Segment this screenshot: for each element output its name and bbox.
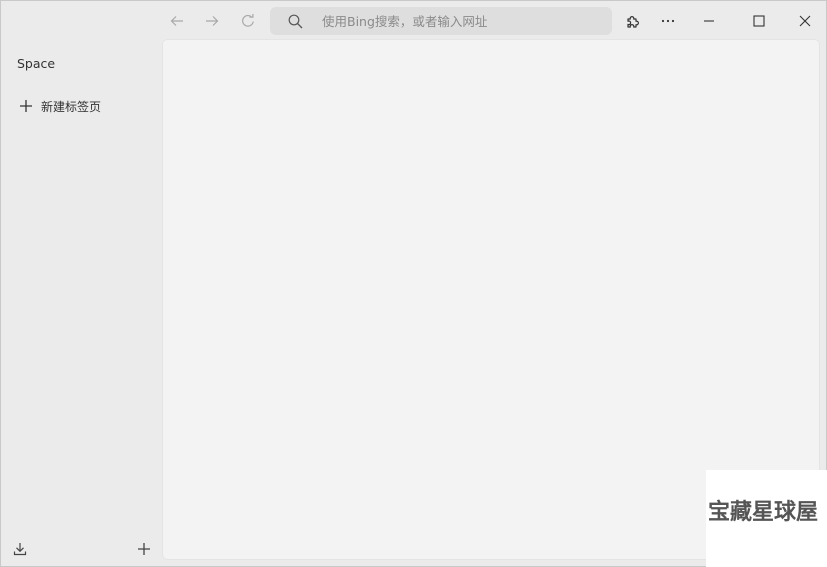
back-button[interactable] bbox=[163, 7, 191, 35]
more-button[interactable] bbox=[654, 7, 682, 35]
sidebar: Space 新建标签页 bbox=[1, 1, 162, 567]
arrow-right-icon bbox=[204, 13, 220, 29]
toolbar bbox=[162, 1, 827, 39]
extensions-button[interactable] bbox=[619, 7, 647, 35]
maximize-icon bbox=[753, 15, 765, 27]
search-icon bbox=[287, 13, 303, 29]
watermark-text: 宝藏星球屋 bbox=[708, 500, 819, 525]
address-input[interactable] bbox=[322, 13, 602, 29]
close-icon bbox=[799, 15, 811, 27]
address-bar[interactable] bbox=[270, 7, 612, 35]
plus-icon bbox=[137, 542, 151, 556]
space-title: Space bbox=[17, 56, 56, 71]
download-icon bbox=[13, 542, 27, 556]
maximize-button[interactable] bbox=[742, 7, 776, 35]
puzzle-icon bbox=[625, 13, 642, 30]
minimize-icon bbox=[703, 15, 715, 27]
more-icon bbox=[660, 13, 676, 29]
add-space-button[interactable] bbox=[134, 539, 154, 559]
reload-icon bbox=[240, 13, 256, 29]
arrow-left-icon bbox=[169, 13, 185, 29]
browser-window: Space 新建标签页 bbox=[0, 0, 827, 567]
download-button[interactable] bbox=[10, 539, 30, 559]
close-button[interactable] bbox=[788, 7, 822, 35]
new-tab-button[interactable]: 新建标签页 bbox=[15, 95, 155, 117]
reload-button[interactable] bbox=[234, 7, 262, 35]
new-tab-label: 新建标签页 bbox=[41, 99, 102, 114]
plus-icon bbox=[15, 95, 37, 117]
forward-button[interactable] bbox=[198, 7, 226, 35]
minimize-button[interactable] bbox=[692, 7, 726, 35]
